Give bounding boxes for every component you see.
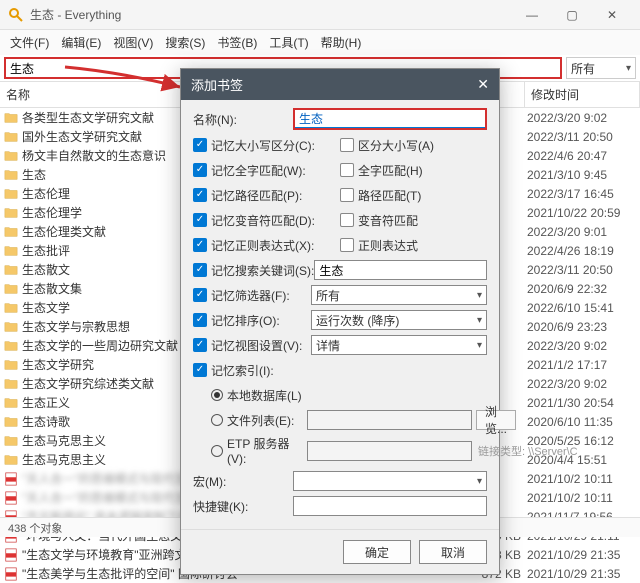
remember-index-check[interactable] <box>193 363 207 377</box>
file-date: 2021/3/10 9:45 <box>521 168 636 182</box>
file-list-radio[interactable] <box>211 414 223 426</box>
file-date: 2022/3/11 20:50 <box>521 263 636 277</box>
remember-view-check[interactable] <box>193 338 207 352</box>
filter-select[interactable]: 所有▾ <box>566 57 636 79</box>
file-date: 2021/10/2 10:11 <box>521 472 636 486</box>
remember-search-check[interactable] <box>193 263 207 277</box>
name-input-highlight <box>293 108 487 130</box>
filter-select[interactable]: 所有 <box>311 285 487 305</box>
macro-label: 宏(M): <box>193 473 293 490</box>
window-title: 生态 - Everything <box>30 6 512 23</box>
menu-item-4[interactable]: 书签(B) <box>217 34 257 51</box>
file-date: 2021/1/2 17:17 <box>521 358 636 372</box>
menu-item-1[interactable]: 编辑(E) <box>61 34 101 51</box>
file-date: 2021/10/22 20:59 <box>521 206 636 220</box>
menu-item-2[interactable]: 视图(V) <box>113 34 153 51</box>
remember-search-label: 记忆搜索关键词(S): <box>211 262 314 279</box>
remember-filter-label: 记忆筛选器(F): <box>211 287 311 304</box>
hotkey-label: 快捷键(K): <box>193 498 293 515</box>
etp-server-input[interactable] <box>307 441 472 461</box>
macro-select[interactable] <box>293 471 487 491</box>
name-input[interactable] <box>295 110 485 128</box>
check-left-label: 记忆变音符匹配(D): <box>211 212 315 229</box>
dialog-title: 添加书签 <box>191 75 243 94</box>
file-date: 2022/4/26 18:19 <box>521 244 636 258</box>
menu-item-0[interactable]: 文件(F) <box>10 34 49 51</box>
file-date: 2022/3/20 9:02 <box>521 339 636 353</box>
remember-view-label: 记忆视图设置(V): <box>211 337 311 354</box>
dialog-close-icon[interactable]: ✕ <box>477 76 489 93</box>
check-left-label: 记忆路径匹配(P): <box>211 187 302 204</box>
check-right-0[interactable] <box>340 138 354 152</box>
etp-server-label: ETP 服务器(V): <box>227 435 307 466</box>
file-date: 2022/3/17 16:45 <box>521 187 636 201</box>
add-bookmark-dialog: 添加书签 ✕ 名称(N): 记忆大小写区分(C): 区分大小写(A) 记忆全字匹配(… <box>180 68 500 575</box>
local-db-label: 本地数据库(L) <box>227 387 302 404</box>
file-date: 2022/3/20 9:02 <box>521 377 636 391</box>
file-date: 2020/6/9 22:32 <box>521 282 636 296</box>
check-left-label: 记忆正则表达式(X): <box>211 237 314 254</box>
file-date: 2022/3/11 20:50 <box>521 130 636 144</box>
check-left-1[interactable] <box>193 163 207 177</box>
check-right-label: 路径匹配(T) <box>358 187 421 204</box>
file-list-label: 文件列表(E): <box>227 412 307 429</box>
remember-sort-label: 记忆排序(O): <box>211 312 311 329</box>
link-type-hint: 链接类型: \\Server\C <box>478 443 578 459</box>
cancel-button[interactable]: 取消 <box>419 540 487 564</box>
column-date[interactable]: 修改时间 <box>525 82 640 107</box>
menu-item-6[interactable]: 帮助(H) <box>321 34 362 51</box>
app-icon <box>8 7 24 23</box>
ok-button[interactable]: 确定 <box>343 540 411 564</box>
minimize-button[interactable]: — <box>512 1 552 29</box>
etp-server-radio[interactable] <box>211 445 223 457</box>
remember-index-label: 记忆索引(I): <box>211 362 311 379</box>
check-right-3[interactable] <box>340 213 354 227</box>
browse-button[interactable]: 浏览... <box>476 410 516 430</box>
title-bar: 生态 - Everything — ▢ ✕ <box>0 0 640 30</box>
view-select[interactable]: 详情 <box>311 335 487 355</box>
check-right-label: 变音符匹配 <box>358 212 418 229</box>
close-button[interactable]: ✕ <box>592 1 632 29</box>
check-right-label: 正则表达式 <box>358 237 418 254</box>
file-date: 2022/4/6 20:47 <box>521 149 636 163</box>
file-date: 2020/6/10 11:35 <box>521 415 636 429</box>
check-left-4[interactable] <box>193 238 207 252</box>
sort-select[interactable]: 运行次数 (降序) <box>311 310 487 330</box>
menu-item-3[interactable]: 搜索(S) <box>165 34 205 51</box>
check-right-label: 区分大小写(A) <box>358 137 434 154</box>
file-date: 2020/6/9 23:23 <box>521 320 636 334</box>
file-date: 2021/10/29 21:35 <box>521 548 636 562</box>
file-date: 2022/3/20 9:01 <box>521 225 636 239</box>
check-right-4[interactable] <box>340 238 354 252</box>
search-keyword-input[interactable] <box>314 260 487 280</box>
file-list-input[interactable] <box>307 410 472 430</box>
file-date: 2021/10/2 10:11 <box>521 491 636 505</box>
dialog-title-bar: 添加书签 ✕ <box>181 69 499 100</box>
check-right-2[interactable] <box>340 188 354 202</box>
file-date: 2022/3/20 9:02 <box>521 111 636 125</box>
maximize-button[interactable]: ▢ <box>552 1 592 29</box>
menu-bar: 文件(F) 编辑(E) 视图(V) 搜索(S) 书签(B) 工具(T) 帮助(H) <box>0 30 640 55</box>
local-db-radio[interactable] <box>211 389 223 401</box>
check-left-2[interactable] <box>193 188 207 202</box>
check-left-0[interactable] <box>193 138 207 152</box>
file-date: 2021/1/30 20:54 <box>521 396 636 410</box>
check-left-label: 记忆大小写区分(C): <box>211 137 315 154</box>
check-right-1[interactable] <box>340 163 354 177</box>
check-left-label: 记忆全字匹配(W): <box>211 162 306 179</box>
menu-item-5[interactable]: 工具(T) <box>269 34 308 51</box>
check-left-3[interactable] <box>193 213 207 227</box>
remember-filter-check[interactable] <box>193 288 207 302</box>
file-date: 2021/10/29 21:35 <box>521 567 636 581</box>
name-label: 名称(N): <box>193 111 293 128</box>
file-date: 2022/6/10 15:41 <box>521 301 636 315</box>
hotkey-input[interactable] <box>293 496 487 516</box>
check-right-label: 全字匹配(H) <box>358 162 423 179</box>
remember-sort-check[interactable] <box>193 313 207 327</box>
